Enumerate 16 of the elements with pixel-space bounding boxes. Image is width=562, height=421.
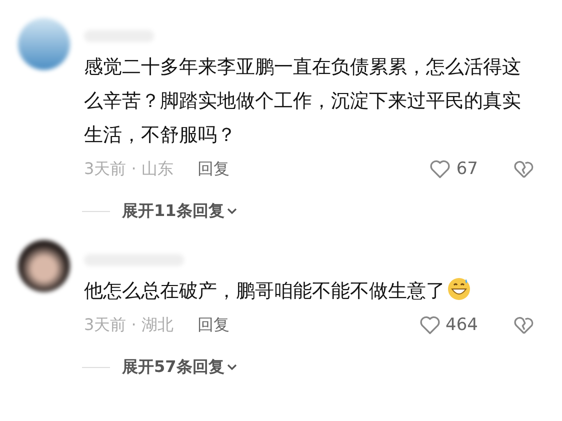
expand-replies-link[interactable]: 展开11条回复 xyxy=(122,200,238,222)
expand-replies-link[interactable]: 展开57条回复 xyxy=(122,356,238,378)
time-location: 3天前 · 湖北 xyxy=(84,314,174,336)
broken-heart-icon[interactable] xyxy=(512,314,536,336)
reply-button[interactable]: 回复 xyxy=(197,158,230,180)
reply-button[interactable]: 回复 xyxy=(197,314,230,336)
comment-text: 感觉二十多年来李亚鹏一直在负债累累，怎么活得这么辛苦？脚踏实地做个工作，沉淀下来过平民的真实生活，不舒服吗？ xyxy=(84,55,522,148)
heart-icon[interactable] xyxy=(418,314,442,336)
time-location: 3天前 · 山东 xyxy=(84,158,174,180)
like-count: 464 xyxy=(446,315,478,335)
grinning-sweat-emoji-icon xyxy=(447,277,471,301)
comment-text: 他怎么总在破产，鹏哥咱能不能不做生意了 xyxy=(84,274,526,308)
heart-icon[interactable] xyxy=(428,158,452,180)
broken-heart-icon[interactable] xyxy=(512,158,536,180)
like-count: 67 xyxy=(456,159,478,179)
avatar[interactable] xyxy=(18,240,70,292)
